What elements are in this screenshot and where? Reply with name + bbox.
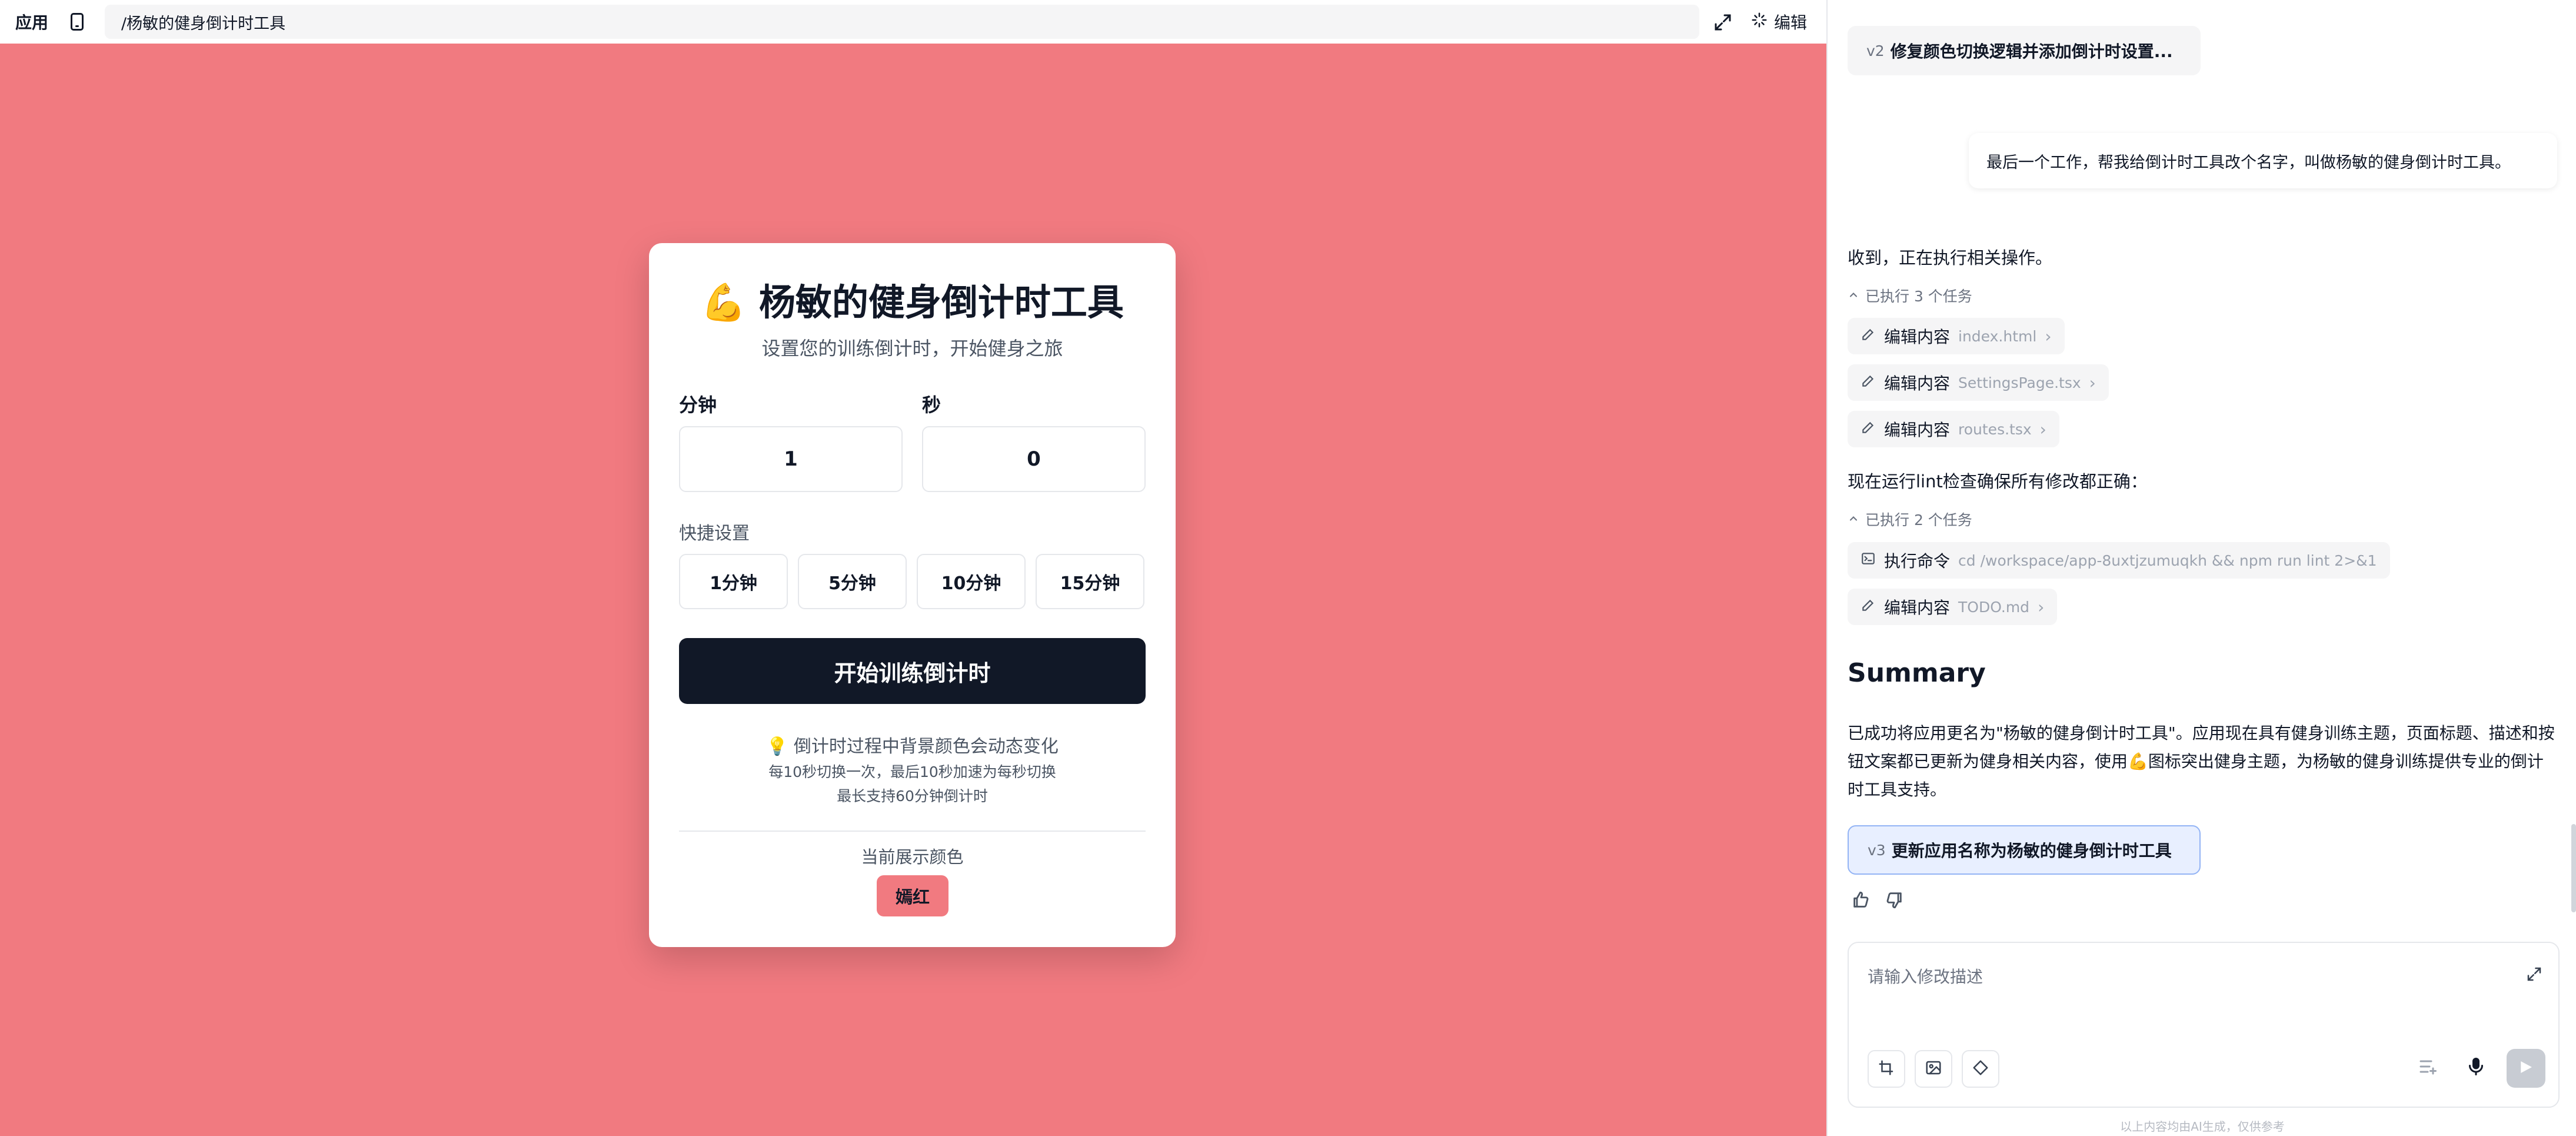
tip-main: 💡 倒计时过程中背景颜色会动态变化 bbox=[766, 736, 1059, 757]
chevron-right-icon: › bbox=[2039, 419, 2046, 439]
summary-title: Summary bbox=[1848, 658, 1986, 688]
minutes-label: 分钟 bbox=[679, 394, 717, 416]
task-command-text: cd /workspace/app-8uxtjzumuqkh && npm ru… bbox=[1958, 552, 2377, 569]
prompt-list-icon[interactable] bbox=[2417, 1056, 2438, 1079]
prompt-placeholder[interactable]: 请输入修改描述 bbox=[1868, 964, 1983, 988]
task-file: SettingsPage.tsx bbox=[1958, 374, 2081, 391]
version-title: 修复颜色切换逻辑并添加倒计时设置... bbox=[1890, 42, 2173, 61]
chevron-up-icon bbox=[1848, 287, 1859, 304]
task-item[interactable]: 编辑内容 index.html › bbox=[1848, 318, 2065, 354]
task-group-header[interactable]: 已执行 3 个任务 bbox=[1848, 285, 1972, 306]
page-title: 💪 杨敏的健身倒计时工具 bbox=[701, 281, 1124, 324]
app-preview-pane: 应用 /杨敏的健身倒计时工具 编辑 💪 杨敏的健身倒计时工具 设置您的训练倒计时… bbox=[0, 0, 1826, 1136]
task-action: 编辑内容 bbox=[1884, 598, 1951, 617]
task-item-command[interactable]: 执行命令 cd /workspace/app-8uxtjzumuqkh && n… bbox=[1848, 542, 2390, 579]
quick-settings-label: 快捷设置 bbox=[679, 523, 750, 544]
tip-switch-rule: 每10秒切换一次，最后10秒加速为每秒切换 bbox=[768, 763, 1056, 780]
pencil-icon bbox=[1861, 327, 1876, 346]
app-label[interactable]: 应用 bbox=[15, 10, 48, 34]
ai-disclaimer: 以上内容均由AI生成，仅供参考 bbox=[2120, 1120, 2285, 1134]
pencil-icon bbox=[1861, 420, 1876, 439]
puzzle-icon bbox=[1972, 1059, 1989, 1079]
quick-5min-button[interactable]: 5分钟 bbox=[798, 554, 907, 609]
thumbs-down-icon[interactable] bbox=[1884, 890, 1904, 912]
crop-tool-button[interactable] bbox=[1868, 1050, 1905, 1088]
version-card-v3[interactable]: v3 更新应用名称为杨敏的健身倒计时工具 bbox=[1848, 825, 2201, 875]
fullscreen-icon[interactable] bbox=[1712, 12, 1733, 33]
version-tag: v2 bbox=[1866, 42, 1885, 59]
task-item[interactable]: 编辑内容 SettingsPage.tsx › bbox=[1848, 364, 2109, 401]
task-group-label: 已执行 2 个任务 bbox=[1865, 511, 1972, 529]
prompt-input-box[interactable]: 请输入修改描述 bbox=[1848, 942, 2560, 1108]
version-card-v2[interactable]: v2 修复颜色切换逻辑并添加倒计时设置... bbox=[1848, 26, 2201, 75]
task-item[interactable]: 编辑内容 routes.tsx › bbox=[1848, 411, 2059, 447]
pencil-icon bbox=[1861, 597, 1876, 617]
url-bar[interactable]: /杨敏的健身倒计时工具 bbox=[105, 5, 1699, 39]
task-action: 编辑内容 bbox=[1884, 327, 1951, 347]
preview-toolbar: 应用 /杨敏的健身倒计时工具 编辑 bbox=[0, 0, 1826, 44]
seconds-label: 秒 bbox=[922, 394, 941, 416]
thumbs-up-icon[interactable] bbox=[1851, 890, 1871, 912]
version-title: 更新应用名称为杨敏的健身倒计时工具 bbox=[1891, 841, 2172, 861]
chat-panel: v2 修复颜色切换逻辑并添加倒计时设置... 最后一个工作，帮我给倒计时工具改个… bbox=[1826, 0, 2576, 1136]
chevron-right-icon: › bbox=[2089, 373, 2096, 393]
task-group-label: 已执行 3 个任务 bbox=[1865, 288, 1972, 305]
expand-input-icon[interactable] bbox=[2525, 965, 2543, 985]
version-tag: v3 bbox=[1868, 841, 1886, 859]
task-file: routes.tsx bbox=[1958, 420, 2032, 438]
feedback-buttons bbox=[1851, 890, 1904, 912]
plugin-button[interactable] bbox=[1962, 1050, 1999, 1088]
user-message: 最后一个工作，帮我给倒计时工具改个名字，叫做杨敏的健身倒计时工具。 bbox=[1969, 133, 2557, 188]
lint-note: 现在运行lint检查确保所有修改都正确： bbox=[1848, 471, 2148, 491]
pencil-icon bbox=[1861, 373, 1876, 393]
quick-10min-button[interactable]: 10分钟 bbox=[917, 554, 1026, 609]
task-action: 编辑内容 bbox=[1884, 374, 1951, 393]
reply-intro: 收到，正在执行相关操作。 bbox=[1848, 248, 2053, 268]
task-action: 编辑内容 bbox=[1884, 420, 1951, 440]
task-item[interactable]: 编辑内容 TODO.md › bbox=[1848, 589, 2058, 625]
send-button[interactable] bbox=[2507, 1049, 2545, 1088]
start-countdown-button[interactable]: 开始训练倒计时 bbox=[679, 638, 1146, 704]
current-color-label: 当前展示颜色 bbox=[861, 847, 964, 867]
crop-icon bbox=[1878, 1059, 1895, 1079]
page-subtitle: 设置您的训练倒计时，开始健身之旅 bbox=[761, 337, 1063, 360]
task-group-header[interactable]: 已执行 2 个任务 bbox=[1848, 509, 1972, 530]
terminal-icon bbox=[1861, 551, 1876, 570]
quick-15min-button[interactable]: 15分钟 bbox=[1036, 554, 1144, 609]
chevron-right-icon: › bbox=[2038, 597, 2045, 617]
device-toggle-icon[interactable] bbox=[71, 13, 84, 31]
minutes-input[interactable] bbox=[679, 426, 903, 492]
send-icon bbox=[2517, 1058, 2535, 1078]
task-file: index.html bbox=[1958, 327, 2037, 345]
tip-max-duration: 最长支持60分钟倒计时 bbox=[837, 788, 988, 805]
microphone-icon[interactable] bbox=[2465, 1056, 2487, 1079]
current-color-badge: 嫣红 bbox=[877, 875, 948, 916]
sparkle-icon bbox=[1750, 11, 1768, 33]
quick-1min-button[interactable]: 1分钟 bbox=[679, 554, 788, 609]
timer-card: 💪 杨敏的健身倒计时工具 设置您的训练倒计时，开始健身之旅 分钟 秒 快捷设置 … bbox=[649, 243, 1176, 947]
chat-scrollbar[interactable] bbox=[2570, 0, 2576, 1136]
summary-text: 已成功将应用更名为"杨敏的健身倒计时工具"。应用现在具有健身训练主题，页面标题、… bbox=[1848, 723, 2555, 799]
image-icon bbox=[1925, 1059, 1942, 1079]
edit-button[interactable]: 编辑 bbox=[1750, 8, 1807, 35]
seconds-input[interactable] bbox=[922, 426, 1146, 492]
scrollbar-thumb[interactable] bbox=[2571, 824, 2576, 912]
chevron-up-icon bbox=[1848, 511, 1859, 528]
task-file: TODO.md bbox=[1958, 598, 2030, 616]
image-upload-button[interactable] bbox=[1915, 1050, 1952, 1088]
task-action: 执行命令 bbox=[1884, 552, 1951, 571]
url-path: /杨敏的健身倒计时工具 bbox=[121, 14, 286, 33]
divider bbox=[679, 831, 1146, 832]
chevron-right-icon: › bbox=[2045, 326, 2052, 346]
edit-label: 编辑 bbox=[1774, 13, 1808, 32]
